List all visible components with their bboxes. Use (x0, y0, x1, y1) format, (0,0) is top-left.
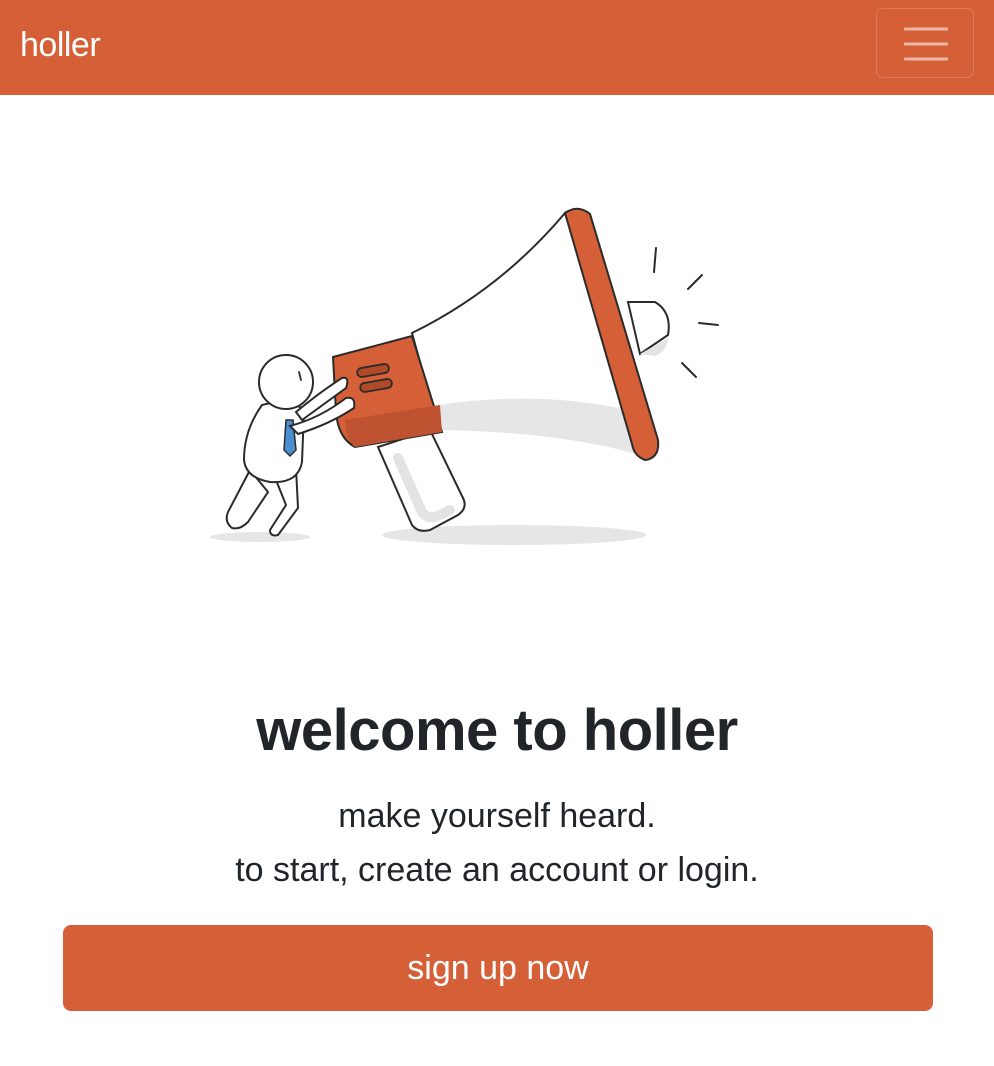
subtitle-instructions: to start, create an account or login. (235, 851, 759, 889)
menu-toggle-button[interactable] (876, 8, 974, 78)
megaphone-illustration (210, 207, 719, 545)
subtitle-tagline: make yourself heard. (338, 797, 656, 835)
brand-logo-link[interactable]: holler (20, 22, 101, 68)
navbar: holler (0, 0, 994, 95)
hamburger-menu-icon (904, 27, 948, 61)
page-title: welcome to holler (256, 698, 738, 763)
sign-up-button[interactable]: sign up now (63, 925, 933, 1011)
